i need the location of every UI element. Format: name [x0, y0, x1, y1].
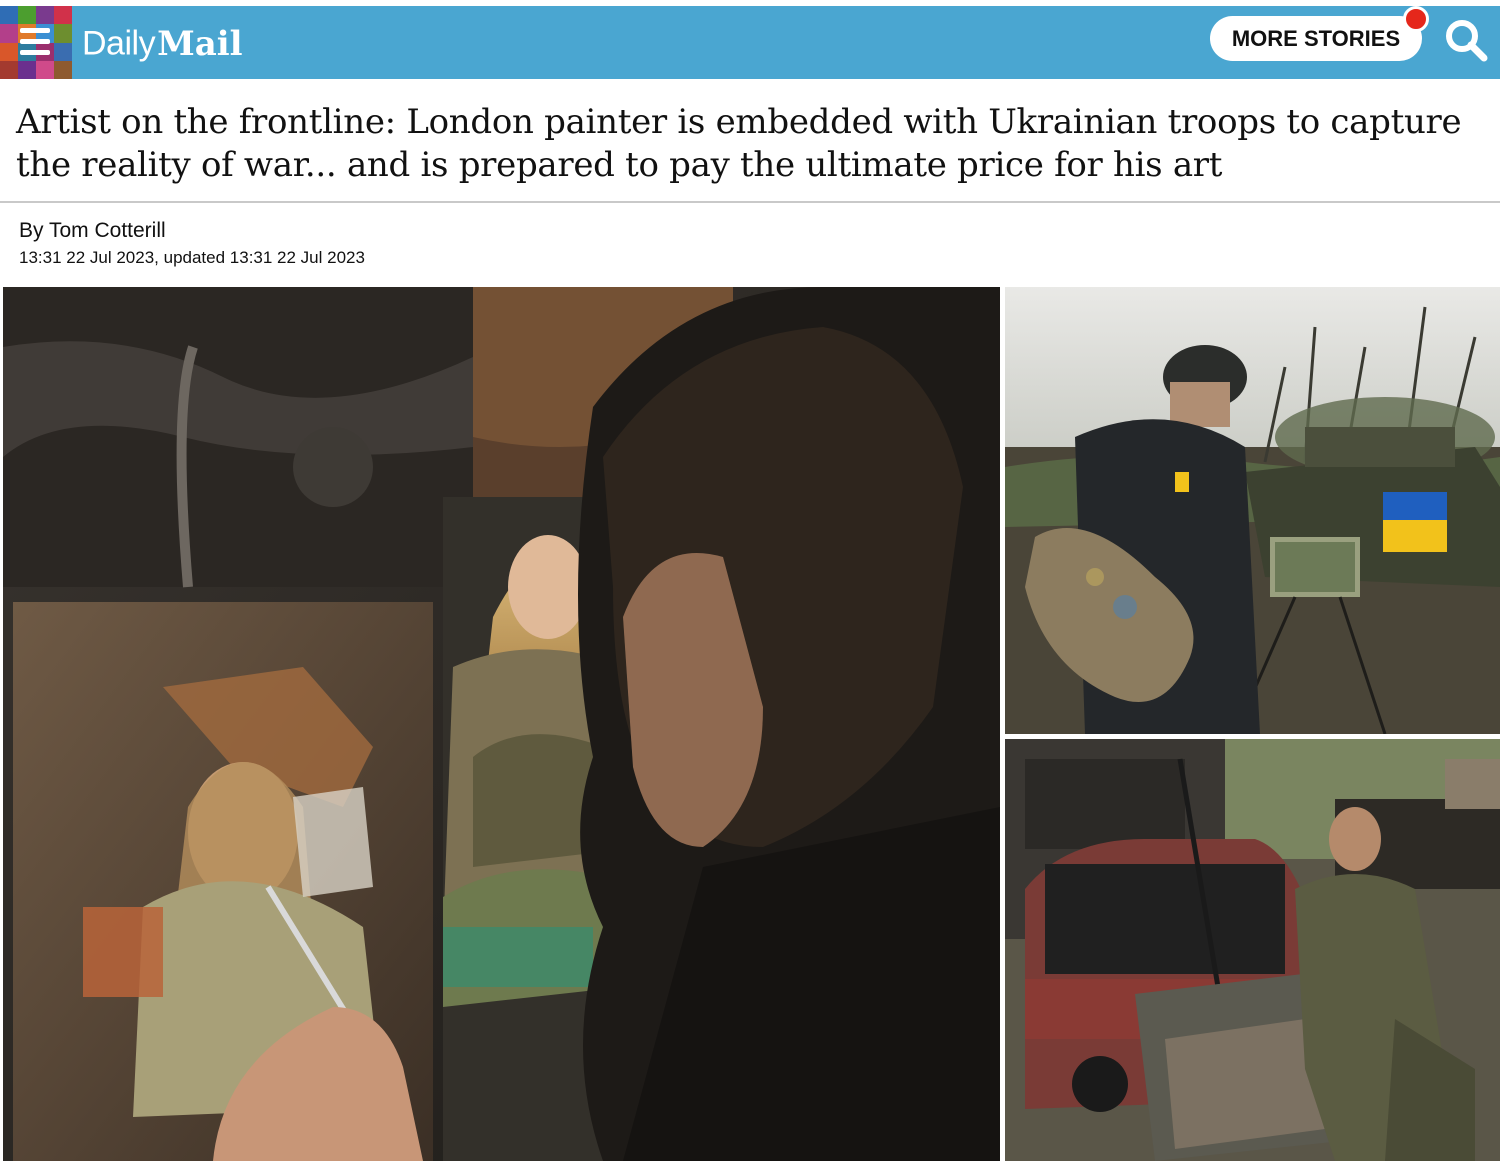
article-dateline: 13:31 22 Jul 2023, updated 13:31 22 Jul …: [19, 248, 365, 267]
article-byline[interactable]: By Tom Cotterill: [19, 219, 166, 243]
main-photo-painter-portrait[interactable]: [3, 287, 1000, 1161]
notification-dot: [1403, 6, 1429, 32]
headline-divider: [0, 201, 1500, 203]
hamburger-menu-icon[interactable]: [18, 28, 52, 60]
search-icon[interactable]: [1443, 17, 1489, 63]
logo-daily-text: Daily: [82, 24, 156, 63]
logo-mail-text: Mail: [157, 24, 243, 64]
photo-soldier-palette-tank[interactable]: [1005, 287, 1500, 734]
menu-button[interactable]: [0, 6, 72, 79]
more-stories-button[interactable]: MORE STORIES: [1210, 16, 1422, 61]
photo-soldier-red-car[interactable]: [1005, 739, 1500, 1161]
site-logo[interactable]: DailyMail: [82, 24, 243, 64]
article-headline: Artist on the frontline: London painter …: [16, 102, 1462, 185]
